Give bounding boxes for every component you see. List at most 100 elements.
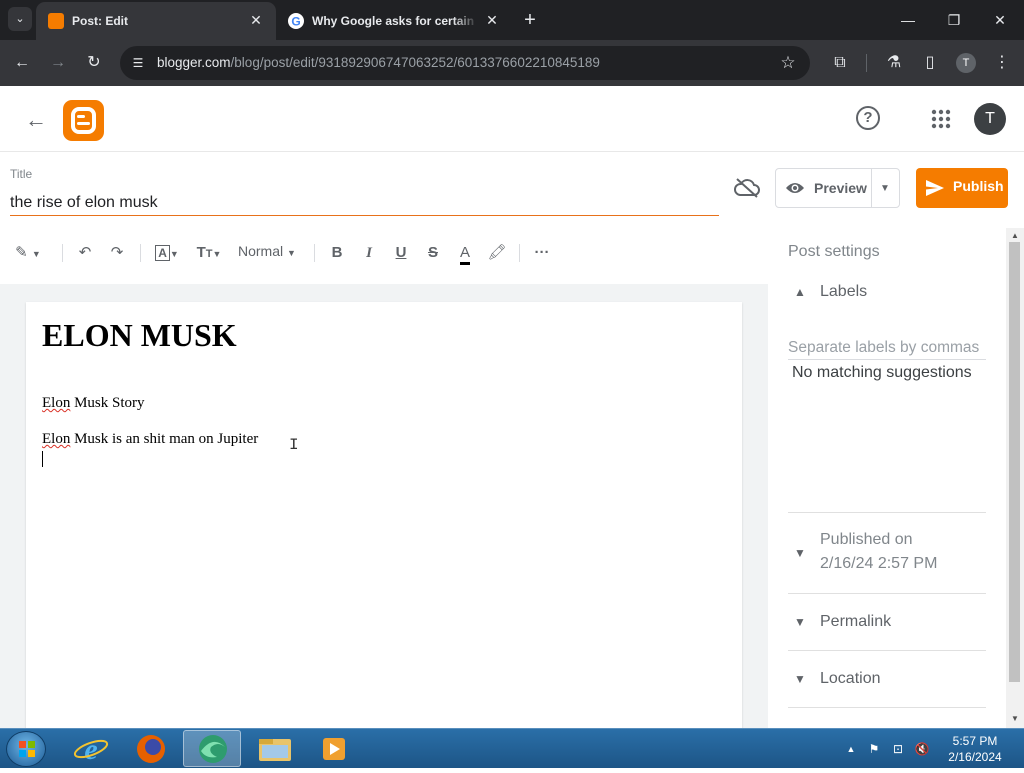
font-size-icon[interactable]: TT▼ [194,240,224,266]
post-paragraph[interactable]: Elon Musk is an shit man on Jupiter [42,431,258,448]
misspelled-word[interactable]: Elon [42,431,70,447]
post-settings-title: Post settings [788,243,880,260]
profile-avatar[interactable]: T [956,53,976,73]
browser-menu-icon[interactable]: ⋮ [990,51,1014,75]
text-color-icon[interactable]: A [455,240,475,266]
window-close-icon[interactable]: ✕ [980,6,1020,34]
font-family-icon[interactable]: A ▼ [152,240,182,266]
tab-google-help[interactable]: G Why Google asks for certain in ✕ [276,2,512,40]
help-icon[interactable]: ? [856,106,880,130]
svg-text:G: G [291,15,300,29]
post-settings-panel: Post settings ▲ Labels No matching sugge… [768,228,1006,728]
published-on-date: 2/16/24 2:57 PM [820,555,938,572]
firefox-icon[interactable] [122,730,180,767]
section-divider [788,650,986,651]
tab-title: Why Google asks for certain in [312,14,478,28]
tab-title: Post: Edit [72,14,128,28]
text-caret [42,451,43,467]
bold-icon[interactable]: B [327,240,347,266]
scrollbar-thumb[interactable] [1009,242,1020,682]
chevron-down-icon[interactable]: ▼ [792,614,808,630]
paragraph-style-value: Normal [238,243,284,259]
tab-search-chevron-icon[interactable]: ⌄ [8,7,32,31]
labs-flask-icon[interactable]: ⚗ [882,51,906,75]
toolbar-separator [140,244,141,262]
redo-icon[interactable]: ↷ [106,240,128,266]
preview-button[interactable]: Preview ▼ [775,168,900,208]
media-player-icon[interactable] [306,730,364,767]
italic-icon[interactable]: I [359,240,379,266]
blogger-logo-icon[interactable] [63,100,104,141]
address-bar[interactable]: ☰ blogger.com/blog/post/edit/93189290674… [120,46,810,80]
restore-icon[interactable]: ❐ [934,6,974,34]
chevron-up-icon[interactable]: ▲ [792,284,808,300]
site-info-icon[interactable]: ☰ [130,55,146,71]
url-host: blogger.com [157,55,231,70]
side-panel-icon[interactable]: ▯ [918,51,942,75]
forward-arrow-icon[interactable]: → [46,51,70,75]
toolbar-separator [62,244,63,262]
highlight-marker-icon[interactable]: 🖍 [487,240,507,266]
windows-taskbar: e ▲ ⚑ ⊡ 🔇 5:57 PM 2/16/2024 [0,728,1024,768]
network-icon[interactable]: ⊡ [890,741,906,757]
system-clock[interactable]: 5:57 PM 2/16/2024 [940,733,1010,765]
underline-icon[interactable]: U [391,240,411,266]
toolbar-separator [314,244,315,262]
paragraph-text: Musk is an shit man on Jupiter [70,431,259,447]
unsaved-cloud-icon [733,176,761,200]
google-favicon-icon: G [288,13,304,29]
sidebar-scrollbar[interactable]: ▲ ▼ [1006,228,1024,728]
labels-input[interactable] [788,336,986,360]
edge-browser-icon[interactable] [183,730,241,767]
blogger-header: ← ? T [0,86,1024,152]
extensions-puzzle-icon[interactable]: ⧉ [828,51,852,75]
post-title-input[interactable] [10,190,719,216]
chevron-down-icon[interactable]: ▼ [792,671,808,687]
undo-icon[interactable]: ↶ [74,240,96,266]
url-path: /blog/post/edit/931892906747063252/60133… [230,55,600,70]
misspelled-word[interactable]: Elon [42,395,70,411]
tab-close-icon[interactable]: ✕ [248,12,264,28]
labels-section-toggle[interactable]: Labels [820,283,867,301]
show-hidden-icons-icon[interactable]: ▲ [843,741,859,757]
tab-close-icon[interactable]: ✕ [484,12,500,28]
tab-post-edit[interactable]: Post: Edit ✕ [36,2,276,40]
post-heading[interactable]: ELON MUSK [42,317,237,354]
preview-dropdown-icon[interactable]: ▼ [875,179,895,199]
internet-explorer-icon[interactable]: e [62,730,120,767]
post-paragraph[interactable]: Elon Musk Story [42,395,145,412]
minimize-icon[interactable]: — [888,6,928,34]
permalink-section-toggle[interactable]: Permalink [820,613,891,631]
file-explorer-icon[interactable] [246,730,304,767]
toolbar-separator [519,244,520,262]
google-apps-icon[interactable] [930,108,952,130]
volume-muted-icon[interactable]: 🔇 [914,741,930,757]
browser-tab-strip: ⌄ Post: Edit ✕ G Why Google asks for cer… [0,0,1024,40]
more-options-icon[interactable]: ··· [531,240,553,266]
chevron-down-icon[interactable]: ▼ [792,545,808,561]
chevron-down-icon: ▼ [287,248,296,258]
paragraph-style-select[interactable]: Normal ▼ [238,243,296,259]
bookmark-star-icon[interactable]: ☆ [778,53,798,73]
section-divider [788,707,986,708]
published-on-section-toggle[interactable]: Published on 2/16/24 2:57 PM [820,528,937,576]
browser-toolbar: ← → ↻ ☰ blogger.com/blog/post/edit/93189… [0,40,1024,86]
scroll-up-arrow-icon[interactable]: ▲ [1011,231,1019,240]
account-avatar[interactable]: T [974,103,1006,135]
publish-button[interactable]: Publish [916,168,1008,208]
new-tab-plus-icon[interactable]: + [518,8,542,32]
clock-date: 2/16/2024 [948,750,1002,764]
action-center-flag-icon[interactable]: ⚑ [866,741,882,757]
paragraph-text: Musk Story [70,395,145,411]
back-arrow-icon[interactable]: ← [10,51,34,75]
editor-document[interactable]: ELON MUSK Elon Musk Story Elon Musk is a… [26,302,742,732]
scroll-down-arrow-icon[interactable]: ▼ [1011,714,1019,723]
reload-icon[interactable]: ↻ [82,51,106,75]
location-section-toggle[interactable]: Location [820,670,881,688]
compose-mode-pencil-icon[interactable]: ✎ ▼ [10,240,46,266]
ibeam-cursor-icon: I [289,436,299,454]
no-matching-suggestions: No matching suggestions [792,364,972,381]
strikethrough-icon[interactable]: S [423,240,443,266]
windows-start-icon[interactable] [6,731,46,767]
back-arrow-icon[interactable]: ← [22,106,50,134]
